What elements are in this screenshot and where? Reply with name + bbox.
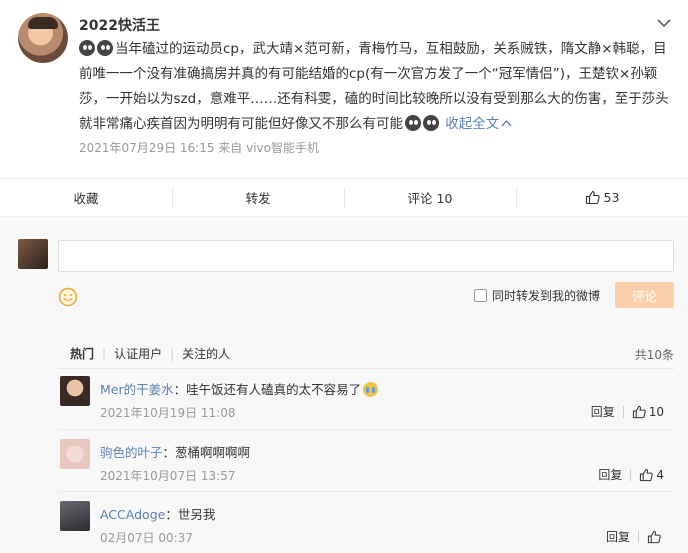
doge-emoji-icon	[79, 40, 95, 56]
reply-button[interactable]: 回复	[591, 403, 615, 420]
comment-like-count: 10	[648, 404, 664, 419]
commenter-avatar[interactable]	[60, 376, 90, 406]
commenter-nick[interactable]: ACCAdoge	[100, 507, 165, 522]
tab-hot[interactable]: 热门	[70, 345, 94, 362]
comment-sort-tabs: 热门 | 认证用户 | 关注的人	[70, 345, 230, 362]
comment-actions: 回复 4	[598, 466, 664, 483]
comment-text: ：葱桶啊啊啊啊	[162, 445, 251, 460]
comment-like-button[interactable]	[647, 530, 664, 544]
repost-label: 转发	[245, 191, 271, 206]
my-avatar	[18, 239, 48, 269]
doge-emoji-icon	[405, 115, 421, 131]
commenter-avatar[interactable]	[60, 501, 90, 531]
post-body: 当年磕过的运动员cp，武大靖×范可新，青梅竹马，互相鼓励，关系贼铁，隋文静×韩聪…	[79, 37, 675, 137]
reply-button[interactable]: 回复	[598, 466, 622, 483]
commenter-nick[interactable]: 驹色的叶子	[100, 445, 163, 460]
emoji-picker-icon[interactable]	[58, 287, 78, 307]
repost-checkbox[interactable]	[474, 289, 487, 302]
crying-emoji-icon	[363, 382, 379, 397]
divider	[622, 405, 624, 418]
commenter-nick[interactable]: Mer的干姜水	[100, 382, 174, 397]
comment-like-button[interactable]: 4	[639, 468, 664, 482]
comment-line: 驹色的叶子：葱桶啊啊啊啊	[100, 442, 250, 461]
thumbs-up-icon	[585, 190, 600, 205]
author-username[interactable]: 2022快活王	[79, 15, 160, 35]
comment-total: 共10条	[634, 348, 674, 362]
comment-label: 评论 10	[407, 191, 453, 206]
comment-section: 同时转发到我的微博 评论 热门 | 认证用户 | 关注的人 共10条 Mer的干…	[0, 216, 688, 553]
repost-button[interactable]: 转发	[172, 179, 344, 216]
divider	[58, 368, 674, 369]
collapse-label: 收起全文	[445, 116, 500, 132]
commenter-avatar[interactable]	[60, 439, 90, 469]
doge-emoji-icon	[423, 115, 439, 131]
comment-line: Mer的干姜水：哇午饭还有人磕真的太不容易了	[100, 379, 379, 398]
favorite-button[interactable]: 收藏	[0, 179, 172, 216]
chevron-up-icon	[501, 119, 512, 127]
comment-item: 驹色的叶子：葱桶啊啊啊啊 2021年10月07日 13:57 回复 4	[58, 439, 674, 489]
comment-like-count: 4	[656, 467, 664, 482]
post-meta: 2021年07月29日 16:15 来自 vivo智能手机	[79, 141, 319, 155]
divider	[630, 468, 632, 481]
action-bar: 收藏 转发 评论 10 53	[0, 178, 688, 216]
comment-actions: 回复	[606, 528, 664, 545]
post-text: 当年磕过的运动员cp，武大靖×范可新，青梅竹马，互相鼓励，关系贼铁，隋文静×韩聪…	[79, 41, 669, 132]
tab-verified-users[interactable]: 认证用户	[114, 345, 162, 362]
tab-following[interactable]: 关注的人	[182, 345, 230, 362]
divider	[638, 530, 639, 543]
thumbs-up-icon	[647, 530, 661, 543]
thumbs-up-icon	[632, 405, 646, 418]
comment-item: ACCAdoge：世另我 02月07日 00:37 回复	[58, 501, 674, 551]
like-count: 53	[603, 190, 620, 205]
comment-line: ACCAdoge：世另我	[100, 504, 215, 523]
collapse-link[interactable]: 收起全文	[445, 116, 512, 132]
divider	[58, 429, 674, 430]
comment-text: ：世另我	[165, 507, 216, 522]
comment-time: 02月07日 00:37	[100, 531, 193, 545]
like-button[interactable]: 53	[516, 179, 688, 216]
submit-comment-button[interactable]: 评论	[615, 282, 674, 308]
divider	[58, 491, 674, 492]
comment-time: 2021年10月07日 13:57	[100, 469, 236, 483]
comment-time: 2021年10月19日 11:08	[100, 406, 236, 420]
tab-divider: |	[170, 346, 175, 361]
comment-text: ：哇午饭还有人磕真的太不容易了	[173, 382, 362, 397]
repost-checkbox-label[interactable]: 同时转发到我的微博	[492, 287, 600, 304]
reply-button[interactable]: 回复	[606, 528, 630, 545]
comment-input[interactable]	[58, 240, 674, 272]
weibo-post-card: 2022快活王 当年磕过的运动员cp，武大靖×范可新，青梅竹马，互相鼓励，关系贼…	[0, 0, 688, 553]
comment-button[interactable]: 评论 10	[344, 179, 516, 216]
author-avatar[interactable]	[18, 13, 68, 63]
comment-like-button[interactable]: 10	[632, 405, 664, 419]
chevron-down-icon[interactable]	[656, 16, 672, 30]
tab-divider: |	[102, 346, 107, 361]
comment-actions: 回复 10	[591, 403, 664, 420]
favorite-label: 收藏	[73, 191, 99, 206]
comment-item: Mer的干姜水：哇午饭还有人磕真的太不容易了 2021年10月19日 11:08…	[58, 376, 674, 426]
doge-emoji-icon	[97, 40, 113, 56]
thumbs-up-icon	[640, 468, 654, 481]
